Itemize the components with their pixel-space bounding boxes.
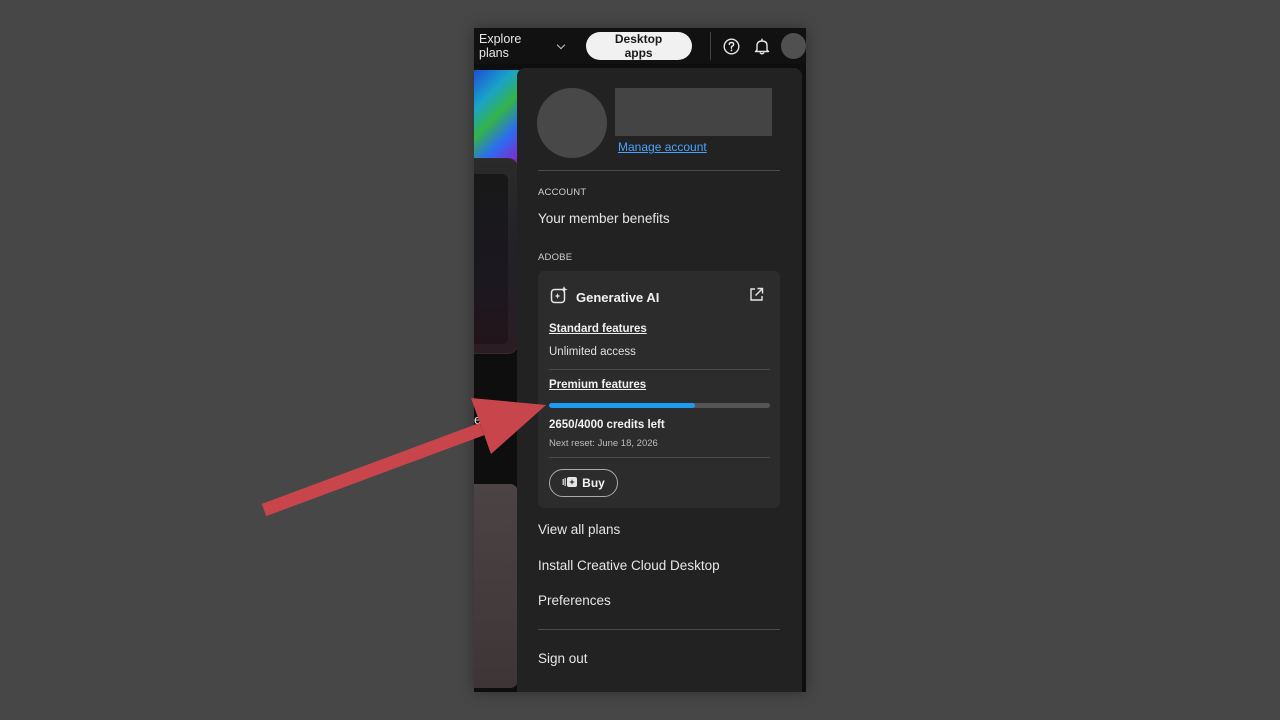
generative-ai-card: Generative AI Standard features Unlimite…: [538, 271, 780, 508]
member-benefits-item[interactable]: Your member benefits: [538, 211, 670, 226]
credits-icon: [562, 476, 578, 491]
credits-left-text: 2650/4000 credits left: [549, 419, 665, 431]
install-creative-cloud-item[interactable]: Install Creative Cloud Desktop: [538, 558, 720, 573]
annotation-arrow-shaft: [261, 422, 485, 517]
background-partial-text: esi: [474, 412, 491, 427]
background-card-inner: [474, 174, 508, 344]
profile-name-redacted: [615, 88, 772, 136]
section-label-account: ACCOUNT: [538, 187, 587, 198]
sign-out-item[interactable]: Sign out: [538, 651, 588, 666]
standard-features-link[interactable]: Standard features: [549, 323, 647, 335]
buy-label: Buy: [582, 476, 605, 490]
credits-progress-fill: [549, 403, 696, 408]
credits-progress-bar: [549, 403, 770, 408]
app-window: esi Explore plans Desktop apps Manage ac…: [474, 28, 806, 692]
card-divider: [549, 369, 770, 370]
external-link-icon[interactable]: [749, 287, 764, 307]
view-all-plans-item[interactable]: View all plans: [538, 522, 620, 537]
card-divider: [549, 457, 770, 458]
desktop-apps-button[interactable]: Desktop apps: [585, 32, 692, 60]
preferences-item[interactable]: Preferences: [538, 593, 611, 608]
standard-features-value: Unlimited access: [549, 346, 636, 358]
top-nav: Explore plans Desktop apps: [474, 28, 806, 64]
generative-ai-title: Generative AI: [576, 290, 660, 305]
background-bottom-card: [474, 484, 518, 688]
next-reset-text: Next reset: June 18, 2026: [549, 438, 658, 449]
divider: [538, 170, 780, 171]
buy-credits-button[interactable]: Buy: [549, 469, 618, 497]
divider: [538, 629, 780, 630]
chevron-down-icon: [556, 40, 565, 49]
bell-icon[interactable]: [752, 35, 773, 57]
account-dropdown: Manage account ACCOUNT Your member benef…: [517, 68, 802, 692]
nav-divider: [709, 32, 711, 60]
explore-plans-label: Explore plans: [479, 32, 522, 60]
profile-avatar: [537, 88, 607, 158]
generative-ai-icon: [550, 285, 570, 310]
generative-ai-header: Generative AI: [550, 285, 659, 310]
section-label-adobe: ADOBE: [538, 252, 573, 263]
explore-plans-menu[interactable]: Explore plans: [479, 32, 565, 60]
manage-account-link[interactable]: Manage account: [618, 140, 707, 154]
help-icon[interactable]: [720, 35, 741, 57]
profile-avatar-button[interactable]: [780, 33, 806, 59]
premium-features-link[interactable]: Premium features: [549, 379, 646, 391]
